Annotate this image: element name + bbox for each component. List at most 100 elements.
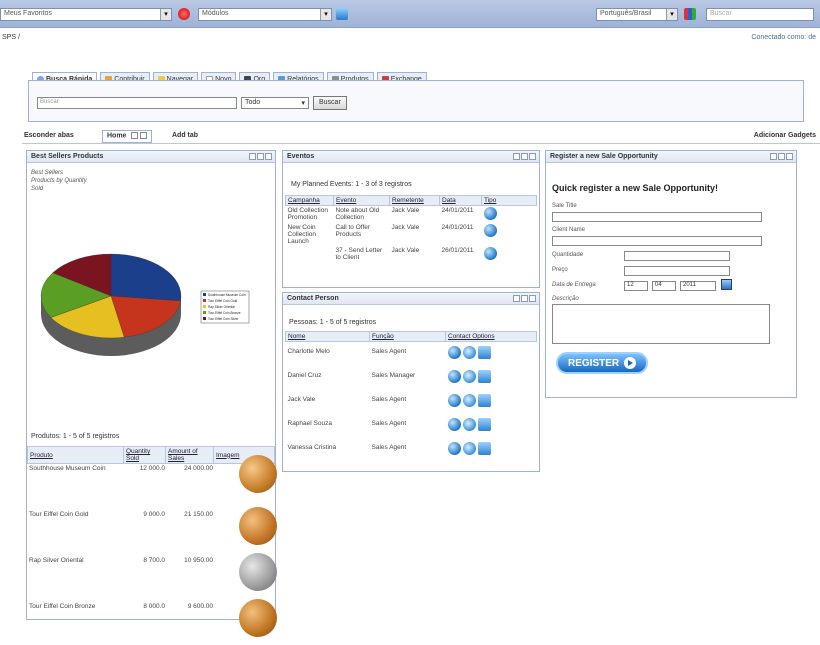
description-textarea[interactable] xyxy=(552,304,770,344)
logged-in-as[interactable]: Conectado como: de xyxy=(751,34,816,41)
go-icon[interactable] xyxy=(336,8,348,20)
modules-select[interactable]: Módulos ▾ xyxy=(198,8,332,21)
table-row[interactable]: Raphael Souza Sales Agent xyxy=(286,414,537,438)
quantity-sold: 9 000.0 xyxy=(143,511,165,518)
delivery-day-input[interactable]: 12 xyxy=(624,281,648,291)
legend-swatch xyxy=(203,293,206,296)
chat-icon[interactable] xyxy=(447,369,461,383)
role-cell: Sales Agent xyxy=(371,419,407,427)
email-icon[interactable] xyxy=(477,369,491,383)
tab-home[interactable]: Home xyxy=(102,130,153,143)
price-input[interactable] xyxy=(624,266,730,276)
contacts-table: Nome Função Contact Options Charlotte Me… xyxy=(285,331,537,462)
table-row[interactable]: Daniel Cruz Sales Manager xyxy=(286,366,537,390)
phone-icon[interactable] xyxy=(462,417,476,431)
table-row[interactable]: Charlotte Melo Sales Agent xyxy=(286,342,537,366)
event-type-icon[interactable] xyxy=(483,224,497,237)
phone-icon[interactable] xyxy=(462,346,476,359)
sale-title-label: Sale Title xyxy=(552,203,577,209)
tab-options-icon[interactable] xyxy=(131,132,139,139)
legend-label: Southhouse Museum Coin xyxy=(208,293,246,297)
maximize-icon[interactable] xyxy=(521,153,528,160)
hide-tabs-link[interactable]: Esconder abas xyxy=(24,132,74,139)
close-icon[interactable] xyxy=(140,132,148,139)
search-scope-select[interactable]: Todo ▾ xyxy=(241,97,309,109)
events-caption: My Planned Events: 1 - 3 of 3 registros xyxy=(291,181,412,188)
contact-person-panel: Contact Person Pessoas: 1 - 5 of 5 regis… xyxy=(282,292,540,472)
chat-icon[interactable] xyxy=(447,393,461,407)
top-search-input[interactable]: Buscar xyxy=(706,8,814,21)
chat-icon[interactable] xyxy=(447,417,461,431)
event-type-icon[interactable] xyxy=(483,207,497,220)
sale-title-input[interactable] xyxy=(552,212,762,222)
email-icon[interactable] xyxy=(477,393,491,407)
table-row[interactable]: Vanessa Cristina Sales Agent xyxy=(286,438,537,462)
col-header[interactable]: Data xyxy=(439,195,482,206)
close-icon[interactable] xyxy=(265,153,272,160)
product-name: Rap Silver Oriental xyxy=(29,557,84,564)
minimize-icon[interactable] xyxy=(249,153,256,160)
col-header[interactable]: Função xyxy=(369,331,446,342)
eventos-panel: Eventos My Planned Events: 1 - 3 of 3 re… xyxy=(282,150,540,288)
quantity-label: Quantidade xyxy=(552,252,584,258)
campaign-cell: Old Collection Promotion xyxy=(287,207,328,221)
phone-icon[interactable] xyxy=(462,441,476,455)
sub-bar: SPS / Conectado como: de xyxy=(0,32,820,46)
calendar-icon[interactable] xyxy=(721,279,732,290)
heart-icon[interactable] xyxy=(178,8,190,20)
col-header[interactable]: Evento xyxy=(333,195,390,206)
table-row[interactable]: Jack Vale Sales Agent xyxy=(286,390,537,414)
quantity-input[interactable] xyxy=(624,251,730,261)
col-header[interactable]: Tipo xyxy=(481,195,537,206)
panel-title: Eventos xyxy=(287,153,315,160)
register-heading: Quick register a new Sale Opportunity! xyxy=(552,183,719,193)
chevron-down-icon: ▾ xyxy=(320,9,331,20)
maximize-icon[interactable] xyxy=(257,153,264,160)
gadget-tab-bar: Esconder abas Home Add tab Adicionar Gad… xyxy=(22,130,820,144)
close-icon[interactable] xyxy=(786,153,793,160)
table-row[interactable]: Rap Silver Oriental 8 700.0 10 950.00 xyxy=(27,553,277,599)
favorites-select[interactable]: Meus Favoritos ▾ xyxy=(0,8,172,21)
client-name-input[interactable] xyxy=(552,236,762,246)
chat-icon[interactable] xyxy=(447,441,461,455)
email-icon[interactable] xyxy=(477,441,491,455)
register-button[interactable]: REGISTER xyxy=(556,352,648,374)
minimize-icon[interactable] xyxy=(770,153,777,160)
table-row[interactable]: 37 - Send Letter to Client Jack Vale 26/01… xyxy=(286,246,537,263)
add-tab-link[interactable]: Add tab xyxy=(172,132,198,139)
close-icon[interactable] xyxy=(529,295,536,302)
table-row[interactable]: New Coin Collection Launch Call to Offer … xyxy=(286,223,537,246)
col-header[interactable]: Nome xyxy=(285,331,370,342)
table-row[interactable]: Southhouse Museum Coin 12 000.0 24 000.00 xyxy=(27,455,277,507)
delivery-year-input[interactable]: 2011 xyxy=(680,281,716,291)
panel-header: Register a new Sale Opportunity xyxy=(546,151,796,163)
users-icon[interactable] xyxy=(684,8,696,20)
table-row[interactable]: Old Collection Promotion Note about Old C… xyxy=(286,206,537,224)
delivery-month-input[interactable]: 04 xyxy=(652,281,676,291)
event-type-icon[interactable] xyxy=(483,247,497,260)
col-header[interactable]: Contact Options xyxy=(445,331,537,342)
add-gadgets-link[interactable]: Adicionar Gadgets xyxy=(754,132,816,139)
col-header[interactable]: Remetente xyxy=(389,195,440,206)
close-icon[interactable] xyxy=(529,153,536,160)
pie-slice[interactable] xyxy=(110,253,182,302)
phone-icon[interactable] xyxy=(462,369,476,383)
phone-icon[interactable] xyxy=(462,393,476,407)
email-icon[interactable] xyxy=(477,417,491,431)
minimize-icon[interactable] xyxy=(513,153,520,160)
language-select[interactable]: Português/Brasil ▾ xyxy=(596,8,678,21)
maximize-icon[interactable] xyxy=(521,295,528,302)
legend-swatch xyxy=(203,317,206,320)
table-row[interactable]: Tour Eiffel Coin Gold 9 000.0 21 150.00 xyxy=(27,507,277,553)
minimize-icon[interactable] xyxy=(513,295,520,302)
maximize-icon[interactable] xyxy=(778,153,785,160)
table-row[interactable]: Tour Eiffel Coin Bronze 8 000.0 9 600.00 xyxy=(27,599,277,645)
search-button[interactable]: Buscar xyxy=(313,96,347,110)
sender-cell: Jack Vale xyxy=(391,207,420,214)
favorites-select-value: Meus Favoritos xyxy=(4,10,52,17)
email-icon[interactable] xyxy=(477,346,491,359)
quick-search-input[interactable]: Buscar xyxy=(37,97,237,109)
col-header[interactable]: Campanha xyxy=(285,195,334,206)
events-table: Campanha Evento Remetente Data Tipo Old … xyxy=(285,195,537,263)
chat-icon[interactable] xyxy=(447,346,461,359)
